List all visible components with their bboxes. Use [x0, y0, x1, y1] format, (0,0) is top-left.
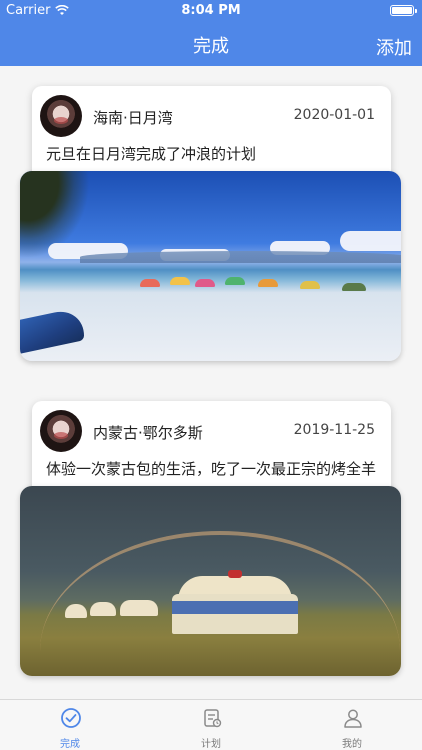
avatar [40, 95, 82, 137]
distant-mountains [80, 251, 401, 263]
tab-label: 完成 [60, 739, 80, 750]
page-title: 完成 [193, 36, 229, 57]
completed-feed[interactable]: 海南·日月湾 2020-01-01 元旦在日月湾完成了冲浪的计划 内蒙古·鄂尔多… [0, 66, 422, 699]
beach-umbrella [342, 283, 366, 291]
avatar [40, 410, 82, 452]
yurt-body [172, 594, 298, 634]
plan-list-icon [204, 709, 222, 728]
yurt-crown [228, 570, 242, 578]
clock: 8:04 PM [181, 3, 241, 18]
person-icon [344, 709, 362, 728]
post-date: 2020-01-01 [293, 107, 375, 123]
tab-label: 计划 [201, 739, 221, 750]
battery-icon [390, 5, 417, 16]
yurt-photo[interactable] [20, 486, 401, 676]
tab-plan[interactable]: 计划 [141, 700, 281, 750]
post-caption: 体验一次蒙古包的生活，吃了一次最正宗的烤全羊 [46, 460, 376, 478]
beach-umbrella [258, 279, 278, 287]
post-location: 内蒙古·鄂尔多斯 [93, 424, 203, 442]
boat [20, 306, 84, 354]
post-location: 海南·日月湾 [93, 109, 173, 127]
beach-umbrella [300, 281, 320, 289]
yurt-pattern-band [172, 601, 298, 614]
small-yurt [90, 602, 116, 616]
tab-completed[interactable]: 完成 [0, 700, 140, 750]
beach-photo[interactable] [20, 171, 401, 361]
cloud [340, 231, 401, 251]
post-date: 2019-11-25 [293, 422, 375, 438]
beach-umbrella [170, 277, 190, 285]
check-circle-icon [61, 708, 81, 728]
small-yurt [120, 600, 158, 616]
small-yurt [65, 604, 87, 618]
tab-profile[interactable]: 我的 [282, 700, 422, 750]
tab-label: 我的 [342, 739, 362, 750]
tab-bar: 完成 计划 我的 [0, 699, 422, 750]
navigation-bar: 完成 添加 [0, 22, 422, 66]
beach-umbrella [195, 279, 215, 287]
post-caption: 元旦在日月湾完成了冲浪的计划 [46, 145, 257, 163]
beach-umbrella [225, 277, 245, 285]
beach-umbrella [140, 279, 160, 287]
status-bar: Carrier 8:04 PM [0, 0, 422, 22]
add-button[interactable]: 添加 [376, 34, 412, 60]
